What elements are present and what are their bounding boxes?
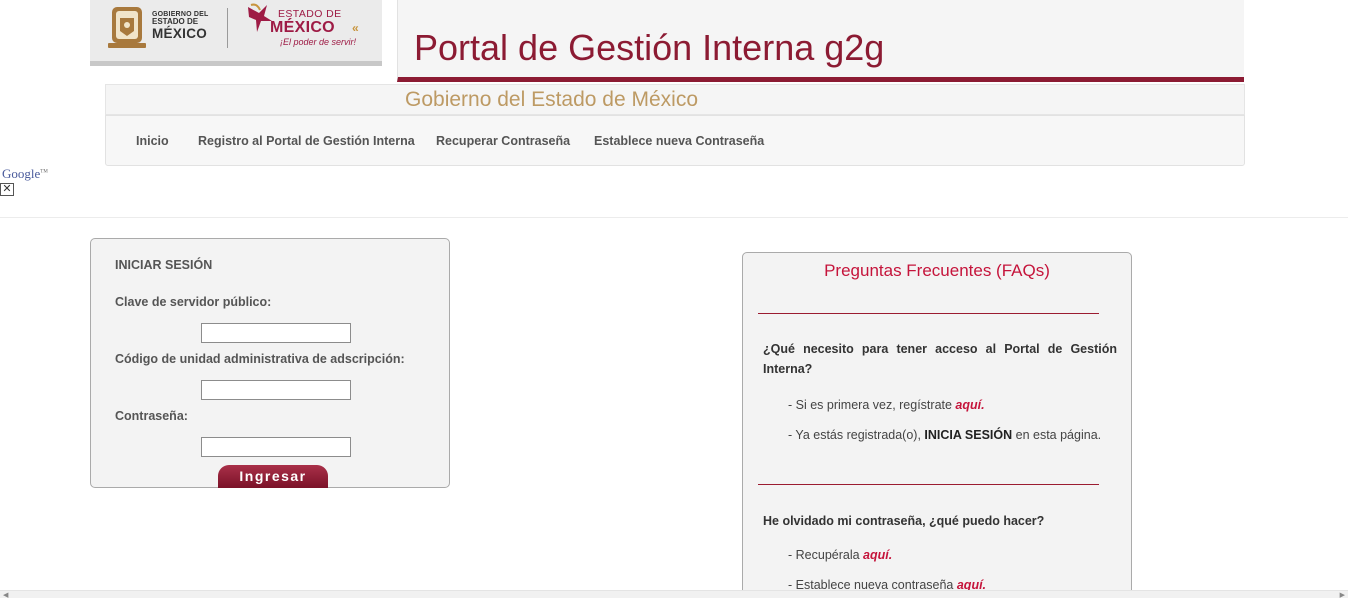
faq-title: Preguntas Frecuentes (FAQs) <box>824 261 1050 280</box>
login-panel: INICIAR SESIÓN Clave de servidor público… <box>90 238 450 488</box>
gob-logo-big: MÉXICO <box>152 25 208 41</box>
faq-question-password: He olvidado mi contraseña, ¿qué puedo ha… <box>763 514 1045 528</box>
edo-logo-line1: ESTADO DE <box>278 8 342 20</box>
close-icon[interactable]: ✕ <box>0 183 14 196</box>
gob-logo-text: GOBIERNO DEL ESTADO DE MÉXICO <box>152 11 208 41</box>
horizontal-scrollbar[interactable]: ◀ ▶ <box>0 590 1348 598</box>
faq-panel: Preguntas Frecuentes (FAQs) ¿Qué necesit… <box>742 252 1132 598</box>
password-input[interactable] <box>201 437 351 457</box>
state-seal-icon <box>108 7 146 48</box>
faq-answer-login-post: en esta página. <box>1012 428 1102 442</box>
divider <box>0 217 1348 218</box>
faq-divider <box>758 484 1099 485</box>
scroll-right-icon[interactable]: ▶ <box>1340 591 1345 598</box>
server-key-input[interactable] <box>201 323 351 343</box>
faq-answer-recover-text: - Recupérala <box>788 548 864 562</box>
google-label: Google <box>2 166 41 181</box>
government-logo-area: GOBIERNO DEL ESTADO DE MÉXICO ESTADO DE … <box>90 0 382 66</box>
register-link[interactable]: aquí. <box>955 398 984 412</box>
nav-item-recuperar[interactable]: Recuperar Contraseña <box>436 134 570 148</box>
title-panel: Portal de Gestión Interna g2g <box>397 0 1244 82</box>
faq-answer-register-text: - Si es primera vez, regístrate <box>788 398 956 412</box>
password-label: Contraseña: <box>115 409 188 423</box>
faq-question-access: ¿Qué necesito para tener acceso al Porta… <box>763 342 1117 376</box>
nav-item-establece[interactable]: Establece nueva Contraseña <box>594 134 764 148</box>
login-button[interactable]: Ingresar <box>218 465 328 488</box>
main-nav: Inicio Registro al Portal de Gestión Int… <box>105 115 1245 166</box>
server-key-label: Clave de servidor público: <box>115 295 272 309</box>
edo-logo-slogan: ¡El poder de servir! <box>280 36 357 47</box>
scroll-left-icon[interactable]: ◀ <box>3 591 8 598</box>
unit-code-input[interactable] <box>201 380 351 400</box>
google-translate-logo[interactable]: GoogleTM <box>2 166 48 182</box>
login-title: INICIAR SESIÓN <box>115 258 213 272</box>
recover-link[interactable]: aquí. <box>863 548 892 562</box>
swirl-icon: « <box>352 21 359 35</box>
nav-item-inicio[interactable]: Inicio <box>136 134 169 148</box>
subtitle-bar: Gobierno del Estado de México <box>105 84 1245 115</box>
faq-answer-recover: - Recupérala aquí. <box>788 545 1117 565</box>
nav-item-registro[interactable]: Registro al Portal de Gestión Interna <box>198 134 415 148</box>
unit-code-label: Código de unidad administrativa de adscr… <box>115 352 405 366</box>
google-tm: TM <box>40 169 48 175</box>
faq-answer-register: - Si es primera vez, regístrate aquí. <box>788 395 1117 415</box>
edo-logo-text: ESTADO DE MÉXICO ¡El poder de servir! <box>270 9 356 47</box>
faq-answer-login: - Ya estás registrada(o), INICIA SESIÓN … <box>788 425 1117 445</box>
page-subtitle: Gobierno del Estado de México <box>405 88 699 111</box>
page-title: Portal de Gestión Interna g2g <box>414 27 885 68</box>
edo-logo-line2: MÉXICO <box>270 18 335 36</box>
logo-divider <box>227 8 228 48</box>
faq-answer-login-pre: - Ya estás registrada(o), <box>788 428 925 442</box>
faq-divider <box>758 313 1099 314</box>
faq-answer-login-bold: INICIA SESIÓN <box>924 428 1013 442</box>
